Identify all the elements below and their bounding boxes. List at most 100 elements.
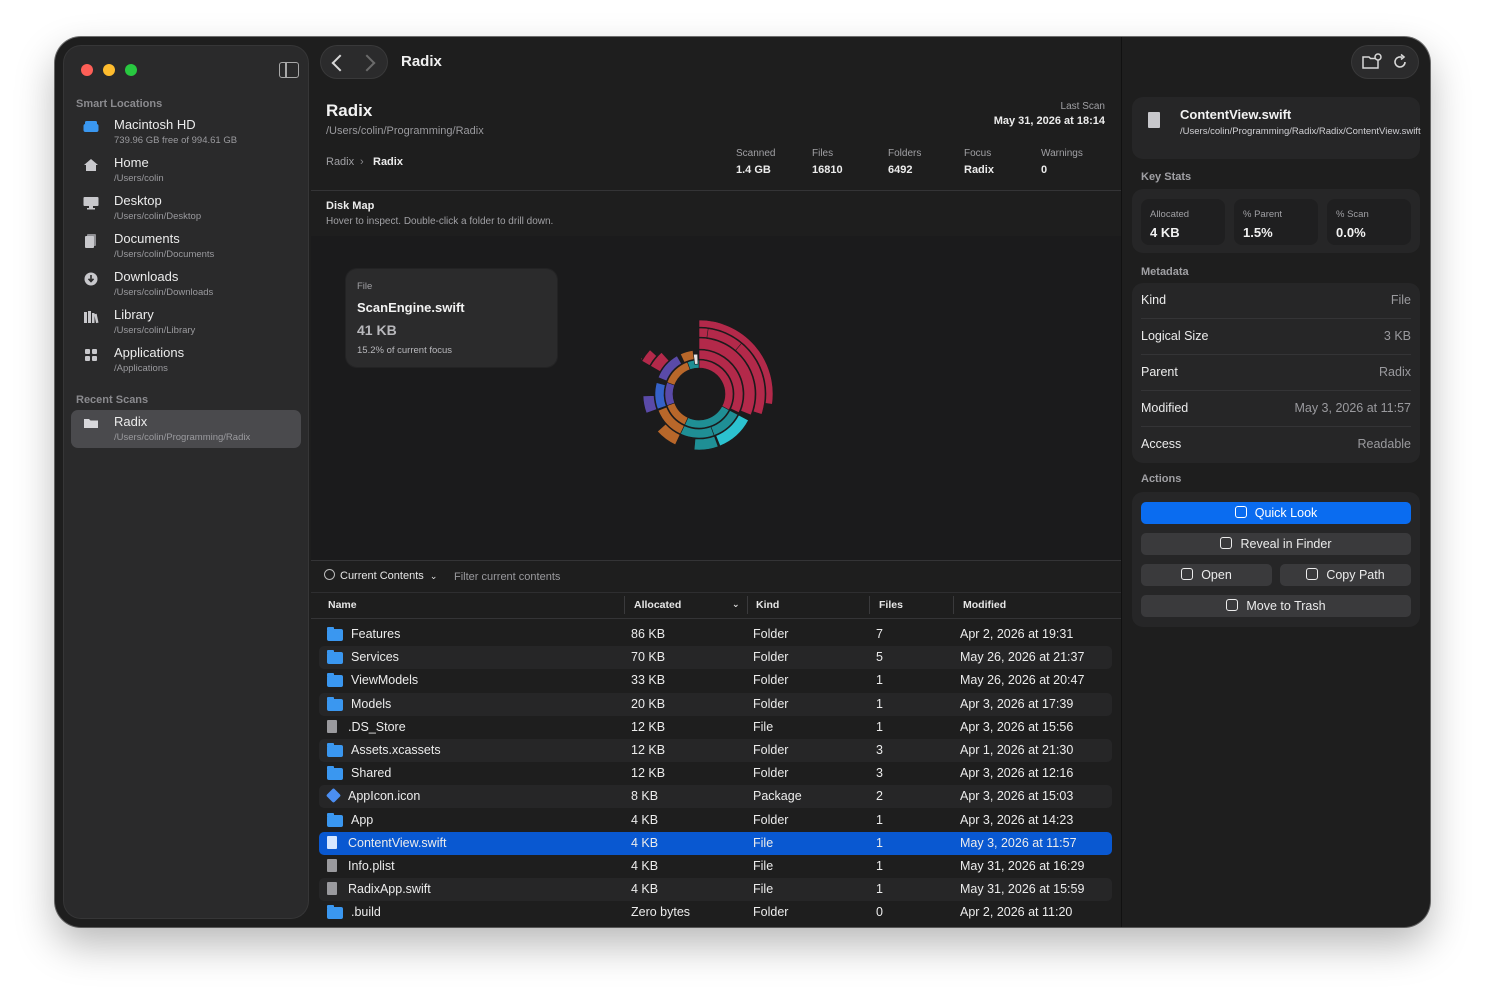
row-kind: Folder (753, 673, 789, 688)
table-row[interactable]: Shared 12 KB Folder 3 Apr 3, 2026 at 12:… (319, 762, 1112, 785)
actions-heading: Actions (1141, 473, 1182, 485)
stat-card-value: 4 KB (1150, 225, 1180, 240)
stat-card-value: 0.0% (1336, 225, 1366, 240)
table-row[interactable]: Assets.xcassets 12 KB Folder 3 Apr 1, 20… (319, 739, 1112, 762)
disk-map-hint: Hover to inspect. Double-click a folder … (326, 216, 554, 227)
breadcrumb-item[interactable]: Radix (373, 156, 403, 168)
row-modified: May 31, 2026 at 16:29 (960, 859, 1085, 873)
row-kind: Package (753, 789, 802, 804)
row-files: 1 (876, 835, 883, 850)
inspector-file-path: /Users/colin/Programming/Radix/Radix/Con… (1180, 126, 1421, 137)
metadata-value: Radix (1379, 365, 1411, 379)
table-row[interactable]: .build Zero bytes Folder 0 Apr 2, 2026 a… (319, 901, 1112, 924)
stat-value: 0 (1041, 164, 1048, 176)
sunburst-segment[interactable] (641, 355, 643, 369)
filter-input[interactable] (452, 567, 756, 587)
refresh-icon[interactable] (1391, 53, 1409, 71)
sidebar-item-title: Library (114, 307, 154, 322)
table-row[interactable]: RadixApp.swift 4 KB File 1 May 31, 2026 … (319, 878, 1112, 902)
open-button[interactable]: Open (1141, 564, 1272, 586)
column-header-allocated[interactable]: Allocated (634, 599, 681, 611)
table-row[interactable]: .DS_Store 12 KB File 1 Apr 3, 2026 at 15… (319, 716, 1112, 739)
folder-icon (327, 905, 343, 920)
stat-card-percent-scan: % Scan 0.0% (1327, 199, 1411, 245)
row-name: Services (351, 650, 399, 665)
table-row[interactable]: AppIcon.icon 8 KB Package 2 Apr 3, 2026 … (319, 785, 1112, 809)
sidebar-item-subtitle: /Users/colin/Downloads (114, 287, 214, 298)
sidebar-item-applications[interactable]: Applications /Applications (71, 345, 301, 381)
breadcrumb-item[interactable]: Radix (326, 156, 354, 168)
move-to-trash-button[interactable]: Move to Trash (1141, 595, 1411, 617)
table-row[interactable]: ViewModels 33 KB Folder 1 May 26, 2026 a… (319, 669, 1112, 692)
row-files: 3 (876, 743, 883, 757)
reveal-in-finder-button[interactable]: Reveal in Finder (1141, 533, 1411, 555)
row-modified: May 26, 2026 at 20:47 (960, 673, 1085, 688)
copy-path-button[interactable]: Copy Path (1280, 564, 1411, 586)
row-name: App (351, 812, 374, 827)
table-row[interactable]: Info.plist 4 KB File 1 May 31, 2026 at 1… (319, 855, 1112, 878)
sidebar-item-title: Desktop (114, 193, 162, 208)
row-modified: May 31, 2026 at 15:59 (960, 882, 1085, 897)
column-header-kind[interactable]: Kind (756, 599, 779, 611)
sidebar-item-radix[interactable]: Radix /Users/colin/Programming/Radix (71, 410, 301, 448)
minimize-window-button[interactable] (103, 64, 115, 76)
row-kind: Folder (753, 650, 789, 665)
sunburst-chart[interactable] (641, 306, 791, 456)
stat-value: 6492 (888, 164, 913, 176)
metadata-value: Readable (1357, 437, 1411, 451)
row-allocated: 33 KB (631, 673, 666, 688)
sidebar-item-desktop[interactable]: Desktop /Users/colin/Desktop (71, 193, 301, 229)
stat-value: 1.4 GB (736, 164, 771, 176)
metadata-row: Logical Size 3 KB (1141, 319, 1411, 355)
inspector-file-name: ContentView.swift (1180, 107, 1292, 122)
column-header-modified[interactable]: Modified (963, 599, 1006, 611)
sidebar-item-subtitle: 739.96 GB free of 994.61 GB (114, 135, 238, 146)
close-window-button[interactable] (81, 64, 93, 76)
table-row[interactable]: Features 86 KB Folder 7 Apr 2, 2026 at 1… (319, 623, 1112, 646)
sidebar-item-home[interactable]: Home /Users/colin (71, 155, 301, 191)
folder-icon (327, 766, 343, 781)
scope-dropdown[interactable]: Current Contents ⌄ (324, 569, 437, 582)
download-icon (84, 272, 98, 286)
trash-icon (1226, 599, 1239, 611)
row-files: 7 (876, 627, 883, 641)
row-modified: Apr 3, 2026 at 15:03 (960, 789, 1074, 804)
row-allocated: 8 KB (631, 789, 659, 804)
disk-map[interactable]: File ScanEngine.swift 41 KB 15.2% of cur… (311, 236, 1121, 560)
column-header-files[interactable]: Files (879, 599, 903, 611)
quick-look-button[interactable]: Quick Look (1141, 502, 1411, 524)
column-divider[interactable] (953, 596, 954, 614)
sidebar-item-subtitle: /Users/colin/Library (114, 325, 196, 336)
column-divider[interactable] (869, 596, 870, 614)
table-row[interactable]: Models 20 KB Folder 1 Apr 3, 2026 at 17:… (319, 692, 1112, 716)
column-divider[interactable] (747, 596, 748, 614)
forward-chevron-icon[interactable] (358, 54, 376, 72)
choose-folder-icon[interactable] (1361, 53, 1383, 71)
sidebar-item-library[interactable]: Library /Users/colin/Library (71, 307, 301, 343)
row-kind: File (753, 719, 774, 734)
folder-icon (327, 673, 343, 688)
table-row[interactable]: Services 70 KB Folder 5 May 26, 2026 at … (319, 646, 1112, 670)
table-row[interactable]: ContentView.swift 4 KB File 1 May 3, 202… (319, 831, 1112, 855)
table-row[interactable]: App 4 KB Folder 1 Apr 3, 2026 at 14:23 (319, 809, 1112, 832)
sunburst-segment[interactable] (664, 381, 675, 407)
sidebar-item-documents[interactable]: Documents /Users/colin/Documents (71, 231, 301, 267)
hover-tooltip: File ScanEngine.swift 41 KB 15.2% of cur… (346, 269, 557, 367)
sidebar-item-macintosh-hd[interactable]: Macintosh HD 739.96 GB free of 994.61 GB (71, 117, 301, 153)
sidebar-item-title: Home (114, 155, 149, 170)
zoom-window-button[interactable] (125, 64, 137, 76)
apps-grid-icon (85, 349, 97, 361)
stat-card-value: 1.5% (1243, 225, 1273, 240)
sunburst-segment[interactable] (642, 395, 658, 414)
row-kind: File (753, 882, 774, 897)
tooltip-size: 41 KB (357, 322, 397, 338)
sidebar-toggle-icon[interactable] (279, 62, 299, 78)
row-name: Assets.xcassets (351, 743, 441, 757)
sidebar-item-downloads[interactable]: Downloads /Users/colin/Downloads (71, 269, 301, 305)
sunburst-segment[interactable] (654, 382, 667, 410)
folder-icon (327, 650, 343, 665)
row-name: .DS_Store (348, 719, 406, 734)
back-chevron-icon[interactable] (331, 54, 349, 72)
column-divider[interactable] (624, 596, 625, 614)
column-header-name[interactable]: Name (328, 599, 357, 611)
